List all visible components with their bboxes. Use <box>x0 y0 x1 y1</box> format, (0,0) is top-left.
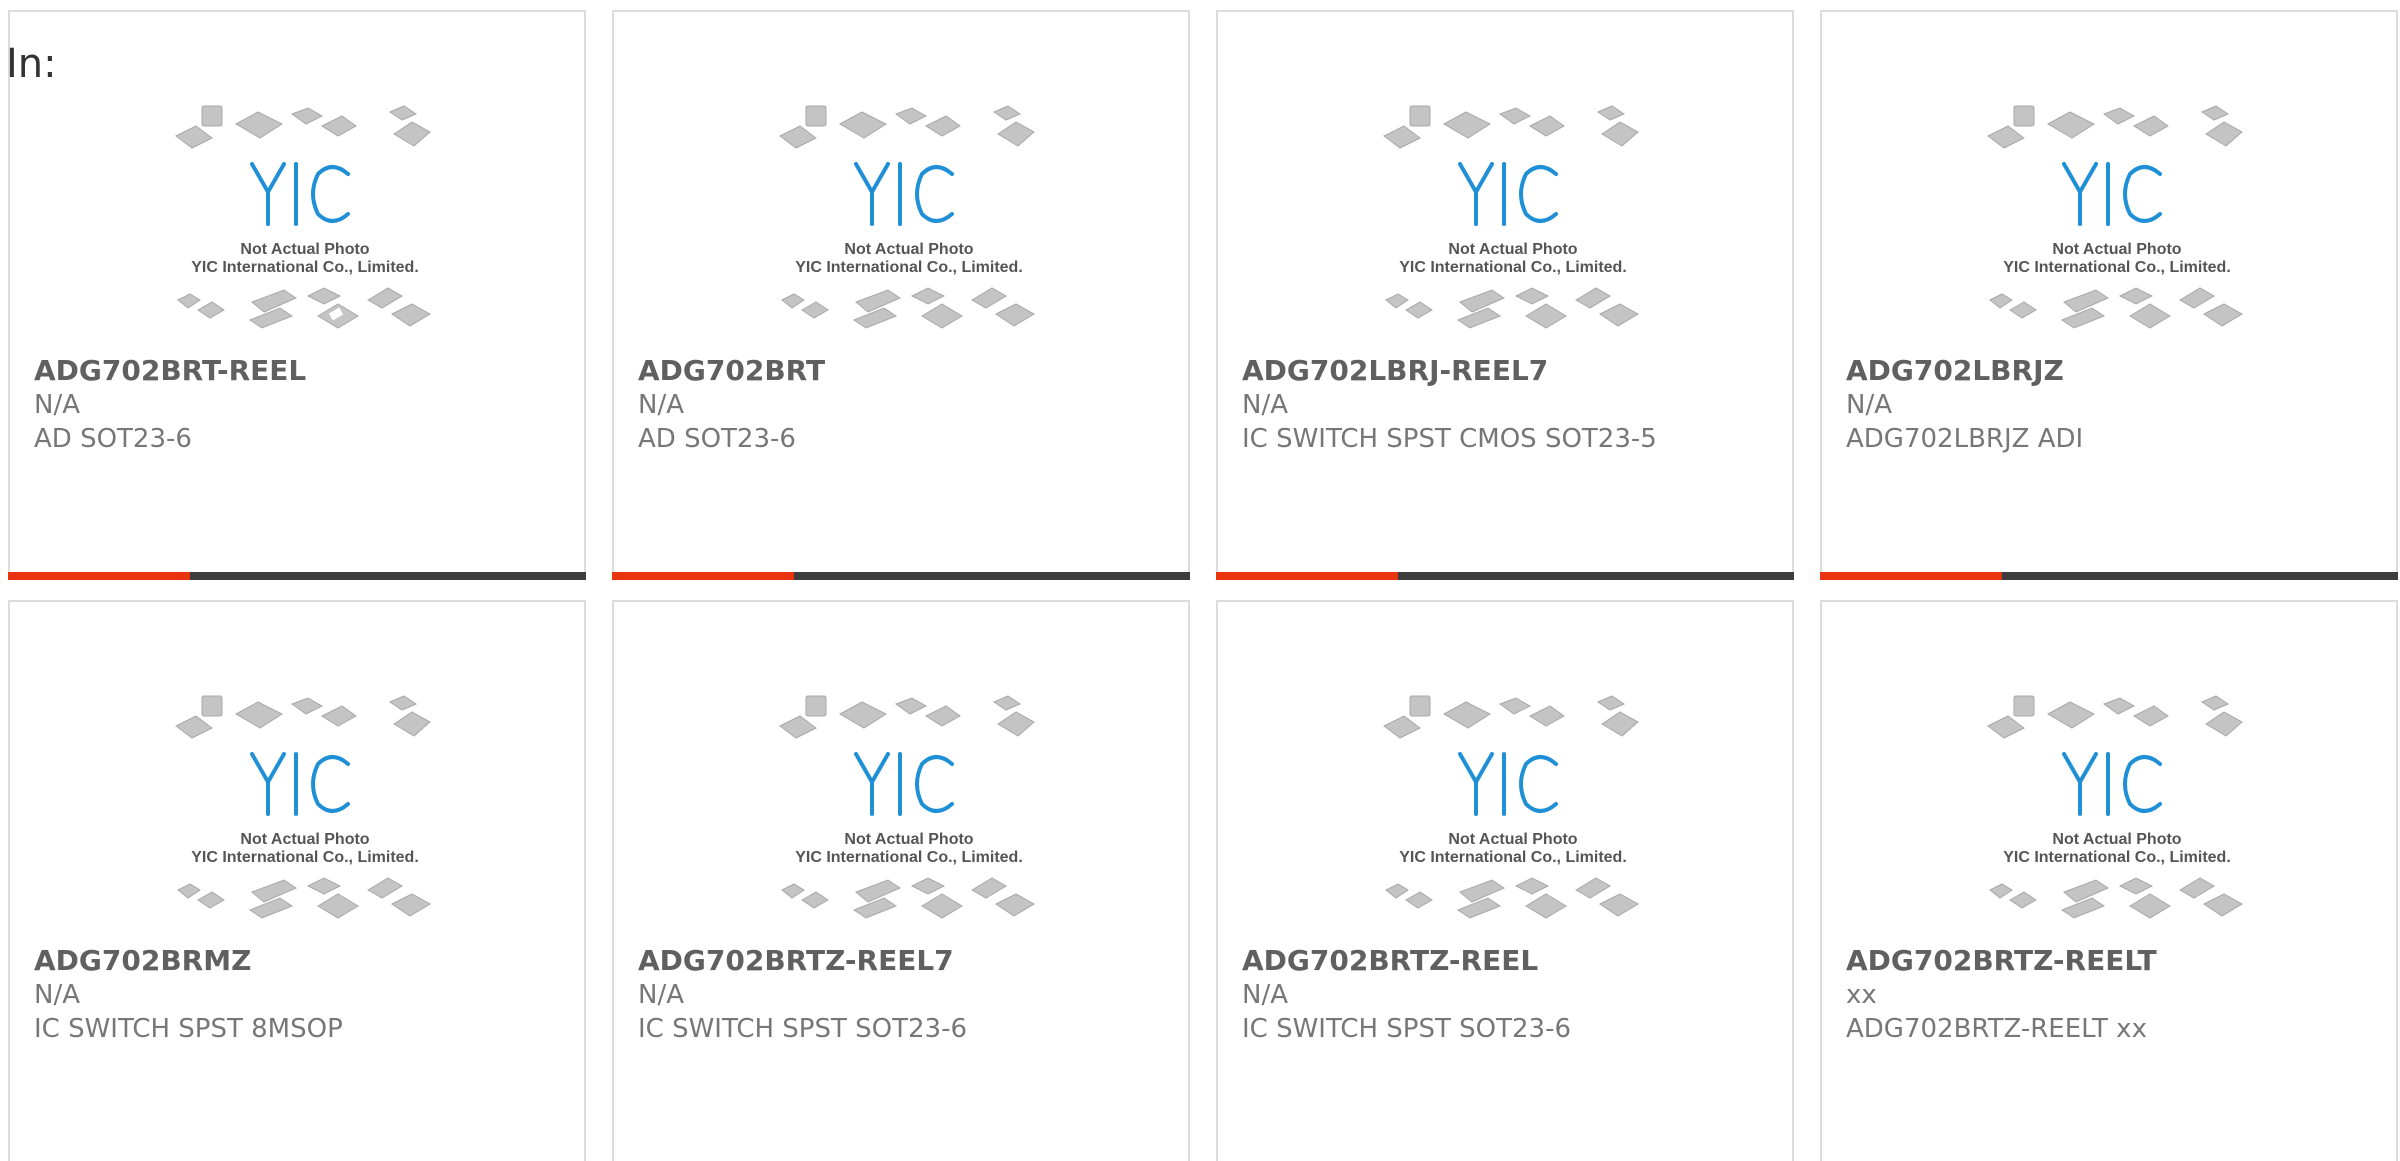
placeholder-caption-line2: YIC International Co., Limited. <box>1399 259 1627 276</box>
part-number-link[interactable]: ADG702BRTZ-REEL7 <box>638 944 1178 978</box>
description: IC SWITCH SPST SOT23-6 <box>638 1014 967 1044</box>
description: ADG702BRTZ-REELT xx <box>1846 1014 2147 1044</box>
product-card[interactable]: Not Actual Photo YIC International Co., … <box>1216 600 1794 1161</box>
manufacturer: xx <box>1846 980 1877 1010</box>
part-number-link[interactable]: ADG702BRTZ-REEL <box>1242 944 1782 978</box>
product-card[interactable]: Not Actual Photo YIC International Co., … <box>8 600 586 1161</box>
manufacturer: N/A <box>638 390 684 420</box>
part-number-link[interactable]: ADG702BRT-REEL <box>34 354 574 388</box>
product-placeholder-image: Not Actual Photo YIC International Co., … <box>1987 695 2243 919</box>
product-placeholder-image: Not Actual Photo YIC International Co., … <box>779 695 1035 919</box>
product-card[interactable]: Not Actual Photo YIC International Co., … <box>8 10 586 580</box>
card-accent-bar <box>8 572 190 580</box>
placeholder-caption-line1: Not Actual Photo <box>1448 831 1577 848</box>
placeholder-caption-line2: YIC International Co., Limited. <box>191 259 419 276</box>
description: AD SOT23-6 <box>638 424 796 454</box>
placeholder-caption-line1: Not Actual Photo <box>2052 241 2181 258</box>
placeholder-caption-line2: YIC International Co., Limited. <box>2003 259 2231 276</box>
product-info: ADG702BRTZ-REEL N/A IC SWITCH SPST SOT23… <box>1242 944 1782 1046</box>
manufacturer: N/A <box>1242 980 1288 1010</box>
placeholder-caption-line1: Not Actual Photo <box>2052 831 2181 848</box>
product-card[interactable]: Not Actual Photo YIC International Co., … <box>612 10 1190 580</box>
placeholder-caption-line2: YIC International Co., Limited. <box>191 849 419 866</box>
product-info: ADG702BRTZ-REELT xx ADG702BRTZ-REELT xx <box>1846 944 2386 1046</box>
product-placeholder-image: Not Actual Photo YIC International Co., … <box>1383 105 1639 329</box>
manufacturer: N/A <box>1242 390 1288 420</box>
placeholder-caption-line2: YIC International Co., Limited. <box>795 849 1023 866</box>
card-bottom-bar <box>612 572 1190 580</box>
part-number-link[interactable]: ADG702BRMZ <box>34 944 574 978</box>
placeholder-caption-line1: Not Actual Photo <box>1448 241 1577 258</box>
product-placeholder-image: Not Actual Photo YIC International Co., … <box>779 105 1035 329</box>
card-accent-bar <box>612 572 794 580</box>
product-info: ADG702BRTZ-REEL7 N/A IC SWITCH SPST SOT2… <box>638 944 1178 1046</box>
product-placeholder-image: Not Actual Photo YIC International Co., … <box>175 105 431 329</box>
product-placeholder-image: Not Actual Photo YIC International Co., … <box>175 695 431 919</box>
placeholder-caption-line1: Not Actual Photo <box>844 241 973 258</box>
product-info: ADG702LBRJZ N/A ADG702LBRJZ ADI <box>1846 354 2386 456</box>
part-number-link[interactable]: ADG702BRT <box>638 354 1178 388</box>
card-bottom-bar <box>1820 572 2398 580</box>
part-number-link[interactable]: ADG702LBRJZ <box>1846 354 2386 388</box>
placeholder-caption-line2: YIC International Co., Limited. <box>1399 849 1627 866</box>
manufacturer: N/A <box>638 980 684 1010</box>
card-bottom-bar <box>1216 572 1794 580</box>
placeholder-caption-line2: YIC International Co., Limited. <box>2003 849 2231 866</box>
product-card[interactable]: Not Actual Photo YIC International Co., … <box>1216 10 1794 580</box>
product-info: ADG702LBRJ-REEL7 N/A IC SWITCH SPST CMOS… <box>1242 354 1782 456</box>
product-card[interactable]: Not Actual Photo YIC International Co., … <box>612 600 1190 1161</box>
placeholder-caption-line1: Not Actual Photo <box>240 241 369 258</box>
manufacturer: N/A <box>34 980 80 1010</box>
product-card[interactable]: Not Actual Photo YIC International Co., … <box>1820 600 2398 1161</box>
product-card[interactable]: Not Actual Photo YIC International Co., … <box>1820 10 2398 580</box>
placeholder-caption-line2: YIC International Co., Limited. <box>795 259 1023 276</box>
page-prefix: In: <box>6 41 57 87</box>
description: IC SWITCH SPST CMOS SOT23-5 <box>1242 424 1657 454</box>
product-placeholder-image: Not Actual Photo YIC International Co., … <box>1987 105 2243 329</box>
part-number-link[interactable]: ADG702LBRJ-REEL7 <box>1242 354 1782 388</box>
placeholder-caption-line1: Not Actual Photo <box>240 831 369 848</box>
description: IC SWITCH SPST SOT23-6 <box>1242 1014 1571 1044</box>
description: IC SWITCH SPST 8MSOP <box>34 1014 343 1044</box>
card-accent-bar <box>1820 572 2002 580</box>
product-info: ADG702BRT N/A AD SOT23-6 <box>638 354 1178 456</box>
manufacturer: N/A <box>34 390 80 420</box>
card-bottom-bar <box>8 572 586 580</box>
card-accent-bar <box>1216 572 1398 580</box>
manufacturer: N/A <box>1846 390 1892 420</box>
description: AD SOT23-6 <box>34 424 192 454</box>
placeholder-caption-line1: Not Actual Photo <box>844 831 973 848</box>
product-placeholder-image: Not Actual Photo YIC International Co., … <box>1383 695 1639 919</box>
part-number-link[interactable]: ADG702BRTZ-REELT <box>1846 944 2386 978</box>
product-info: ADG702BRT-REEL N/A AD SOT23-6 <box>34 354 574 456</box>
description: ADG702LBRJZ ADI <box>1846 424 2084 454</box>
product-info: ADG702BRMZ N/A IC SWITCH SPST 8MSOP <box>34 944 574 1046</box>
